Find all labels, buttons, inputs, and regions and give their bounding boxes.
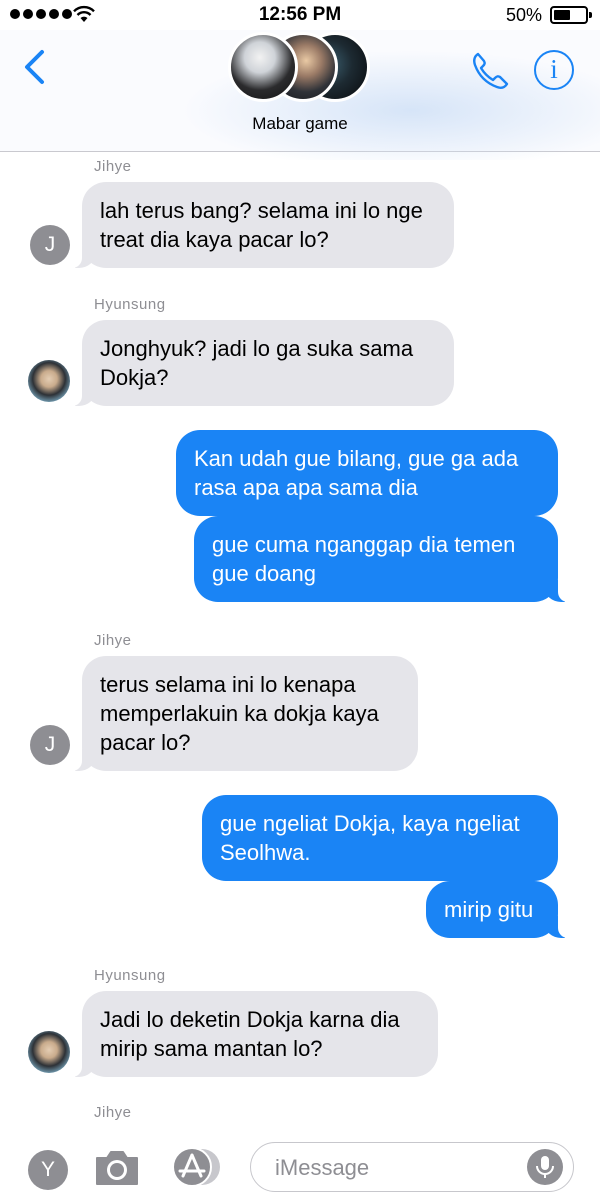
back-chevron-icon[interactable]	[20, 48, 48, 91]
status-bar: 12:56 PM 50%	[0, 0, 600, 30]
avatar[interactable]: J	[30, 225, 70, 265]
incoming-message[interactable]: Jonghyuk? jadi lo ga suka sama Dokja?	[72, 320, 454, 406]
battery-icon	[550, 6, 592, 24]
profile-avatar-button[interactable]: Y	[28, 1150, 68, 1190]
microphone-icon[interactable]	[527, 1149, 563, 1185]
sender-name: Hyunsung	[94, 296, 166, 313]
group-avatar-1	[228, 32, 298, 102]
outgoing-message[interactable]: gue cuma nganggap dia temen gue doang	[194, 516, 568, 602]
sender-name: Jihye	[94, 632, 132, 649]
avatar[interactable]	[28, 1031, 70, 1073]
incoming-message[interactable]: terus selama ini lo kenapa memperlakuin …	[72, 656, 418, 771]
imessage-input[interactable]: iMessage	[250, 1142, 574, 1192]
avatar[interactable]	[28, 360, 70, 402]
avatar[interactable]: J	[30, 725, 70, 765]
sender-name: Jihye	[94, 1104, 132, 1121]
app-store-icon[interactable]	[170, 1146, 222, 1190]
info-button[interactable]: i	[534, 50, 574, 90]
sender-name: Jihye	[94, 158, 132, 175]
battery-percent: 50%	[505, 5, 542, 25]
message-list: Jihye lah terus bang? selama ini lo nge …	[0, 152, 600, 1130]
group-avatars[interactable]	[228, 32, 373, 104]
phone-icon[interactable]	[470, 50, 510, 97]
outgoing-message[interactable]: Kan udah gue bilang, gue ga ada rasa apa…	[176, 430, 558, 516]
outgoing-message[interactable]: gue ngeliat Dokja, kaya ngeliat Seolhwa.	[202, 795, 558, 881]
incoming-message[interactable]: lah terus bang? selama ini lo nge treat …	[72, 182, 454, 268]
sender-name: Hyunsung	[94, 967, 166, 984]
conversation-header: Mabar game i	[0, 30, 600, 160]
camera-icon[interactable]	[93, 1148, 141, 1193]
outgoing-message[interactable]: mirip gitu	[426, 881, 568, 938]
input-bar: Y iMessage	[0, 1130, 600, 1200]
chat-title[interactable]: Mabar game	[0, 114, 600, 134]
incoming-message[interactable]: Jadi lo deketin Dokja karna dia mirip sa…	[72, 991, 438, 1077]
